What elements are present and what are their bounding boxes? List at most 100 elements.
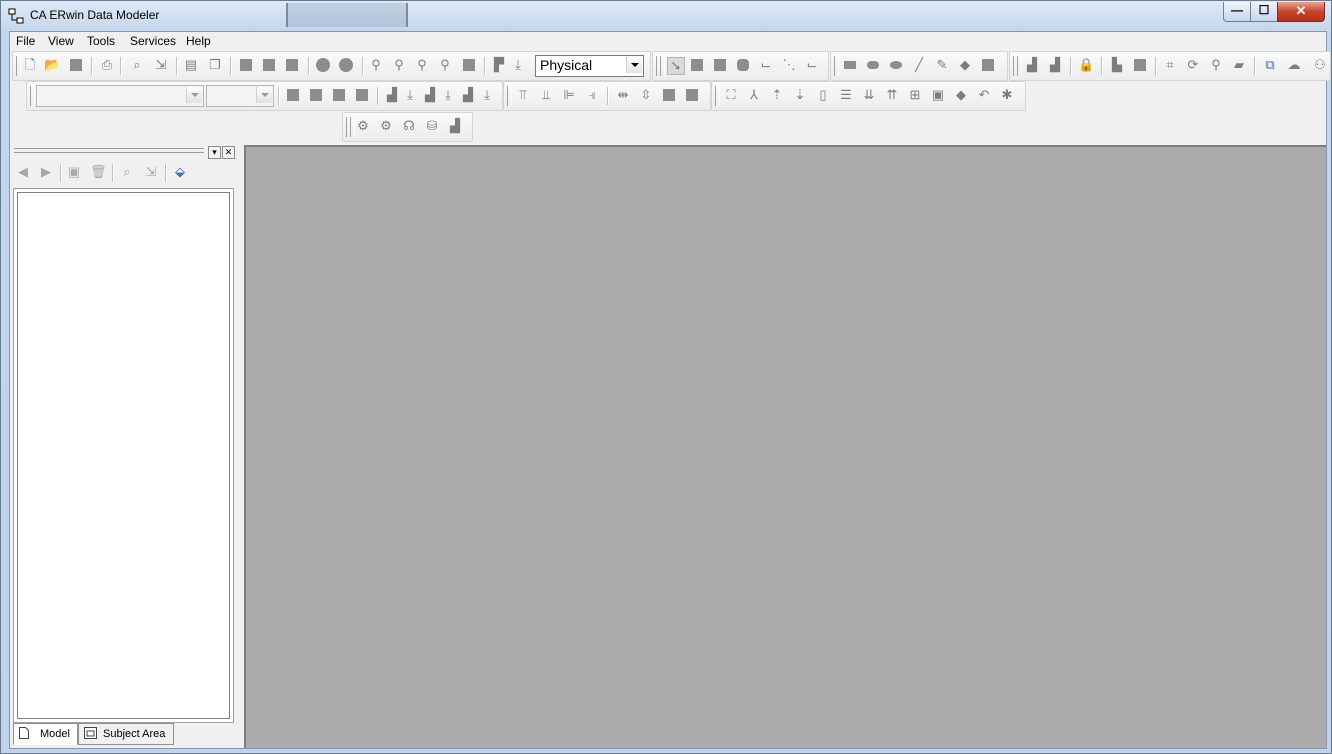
hierarchy-up-button[interactable]: ⇡	[769, 87, 785, 103]
layout-left-button[interactable]	[238, 57, 254, 73]
chevron-down-icon[interactable]	[626, 57, 642, 73]
underline-button[interactable]	[331, 87, 347, 103]
hierarchy-button[interactable]: ⅄	[746, 87, 762, 103]
explorer-options-button[interactable]: ⬙	[172, 164, 188, 180]
rows-button[interactable]: ☰	[838, 87, 854, 103]
forward-engineer-button[interactable]	[315, 57, 331, 73]
menu-view[interactable]: View	[48, 34, 74, 48]
align-right-button[interactable]: ⫣	[584, 87, 600, 103]
rounded-rect-button[interactable]	[865, 57, 881, 73]
minimize-button[interactable]: —	[1223, 2, 1251, 22]
ellipse-button[interactable]	[888, 57, 904, 73]
resize-button[interactable]	[684, 87, 700, 103]
identifying-rel-button[interactable]: ⌙	[758, 57, 774, 73]
diamond-button[interactable]: ◆	[953, 87, 969, 103]
space-vertical-button[interactable]: ⇳	[638, 87, 654, 103]
layout-cascade-button[interactable]	[284, 57, 300, 73]
model-type-select[interactable]: Physical	[535, 55, 644, 77]
maximize-button[interactable]: ☐	[1250, 2, 1278, 22]
display-level-dropdown[interactable]: ⤓	[510, 57, 526, 73]
complete-compare-button[interactable]: ⌗	[1162, 57, 1178, 73]
explorer-find-next-button[interactable]: ⇲	[143, 164, 159, 180]
zoom-in-button[interactable]: ⚲	[368, 57, 384, 73]
italic-button[interactable]	[308, 87, 324, 103]
many-to-many-rel-button[interactable]: ⋱	[781, 57, 797, 73]
menu-services[interactable]: Services	[130, 34, 176, 48]
open-model-button[interactable]: 📂	[44, 57, 60, 73]
display-level-button[interactable]: ▛	[491, 57, 507, 73]
fill-button[interactable]	[980, 57, 996, 73]
diagram-workspace[interactable]	[244, 145, 1326, 748]
menu-tools[interactable]: Tools	[87, 34, 115, 48]
reverse-engineer-button[interactable]	[338, 57, 354, 73]
database-button[interactable]: ⛁	[424, 118, 440, 134]
bold-button[interactable]	[285, 87, 301, 103]
sql-button[interactable]: ▟	[447, 118, 463, 134]
mart-open-button[interactable]: ▟	[1024, 57, 1040, 73]
model-tree[interactable]	[17, 192, 230, 719]
strikeout-button[interactable]	[354, 87, 370, 103]
text-button[interactable]: ◆	[957, 57, 973, 73]
print-button[interactable]: ⎙	[99, 57, 115, 73]
tab-model[interactable]: Model	[13, 723, 78, 745]
tree-layout-button[interactable]: ⛶	[723, 87, 739, 103]
forward-engineer-tool-button[interactable]: ⚙	[378, 118, 394, 134]
tab-subject-area[interactable]: Subject Area	[78, 723, 174, 745]
undo-layout-button[interactable]: ↶	[976, 87, 992, 103]
explorer-find-button[interactable]: ⌕	[119, 164, 135, 180]
subtype-button[interactable]	[712, 57, 728, 73]
font-name-select[interactable]	[36, 85, 204, 107]
pane-close-button[interactable]: ✕	[222, 146, 235, 159]
find-button[interactable]: ⌕	[129, 57, 145, 73]
copy-button[interactable]: ❐	[207, 57, 223, 73]
align-top-button[interactable]: ⫪	[515, 87, 531, 103]
compare-button[interactable]	[1132, 57, 1148, 73]
refresh-button[interactable]: ⟳	[1185, 57, 1201, 73]
layout-stack-button[interactable]	[261, 57, 277, 73]
non-identifying-rel-button[interactable]: ⌙	[804, 57, 820, 73]
forward-button[interactable]: ▶	[38, 164, 54, 180]
zoom-out-button[interactable]: ⚲	[391, 57, 407, 73]
report-button[interactable]: ▤	[183, 57, 199, 73]
lock-button[interactable]: 🔒	[1078, 57, 1094, 73]
menu-file[interactable]: File	[16, 34, 35, 48]
chevron-down-icon[interactable]	[256, 87, 272, 103]
model-navigator-button[interactable]: ⧉	[1262, 57, 1278, 73]
menu-help[interactable]: Help	[186, 34, 211, 48]
users-button[interactable]: ☁	[1286, 57, 1302, 73]
sort-down-button[interactable]: ⇊	[861, 87, 877, 103]
line-color-dropdown[interactable]: ⤓	[479, 87, 495, 103]
line-button[interactable]: ╱	[911, 57, 927, 73]
view-button[interactable]	[735, 57, 751, 73]
zoom-actual-button[interactable]: ⚲	[437, 57, 453, 73]
hierarchy-down-button[interactable]: ⇣	[792, 87, 808, 103]
find-next-button[interactable]: ⇲	[153, 57, 169, 73]
save-button[interactable]	[68, 57, 84, 73]
reverse-engineer-tool-button[interactable]: ⚙	[355, 118, 371, 134]
zoom-fit-button[interactable]: ⚲	[414, 57, 430, 73]
align-left-button[interactable]: ⊫	[561, 87, 577, 103]
select-pointer-button[interactable]: ➘	[667, 57, 685, 75]
fit-page-button[interactable]	[461, 57, 477, 73]
align-bottom-button[interactable]: ⫫	[538, 87, 554, 103]
space-horizontal-button[interactable]: ⇹	[615, 87, 631, 103]
fill-color-button[interactable]: ▟	[422, 87, 438, 103]
line-color-button[interactable]: ▟	[460, 87, 476, 103]
close-button[interactable]: ✕	[1277, 2, 1325, 22]
mart-save-button[interactable]: ▟	[1047, 57, 1063, 73]
same-size-button[interactable]	[661, 87, 677, 103]
fill-color-dropdown[interactable]: ⤓	[440, 87, 456, 103]
back-button[interactable]: ◀	[15, 164, 31, 180]
new-model-button[interactable]: 🗋	[22, 57, 38, 73]
pencil-button[interactable]: ✎	[934, 57, 950, 73]
settings-layout-button[interactable]: ✱	[999, 87, 1015, 103]
font-size-select[interactable]	[206, 85, 274, 107]
properties-button[interactable]: ▣	[66, 164, 82, 180]
merge-button[interactable]: ▙	[1109, 57, 1125, 73]
connect-button[interactable]: ☊	[401, 118, 417, 134]
entity-button[interactable]	[689, 57, 705, 73]
people-button[interactable]: ⚇	[1312, 57, 1328, 73]
pane-options-button[interactable]: ▾	[208, 146, 221, 159]
delete-button[interactable]: 🗑	[90, 164, 107, 180]
font-color-dropdown[interactable]: ⤓	[402, 87, 418, 103]
